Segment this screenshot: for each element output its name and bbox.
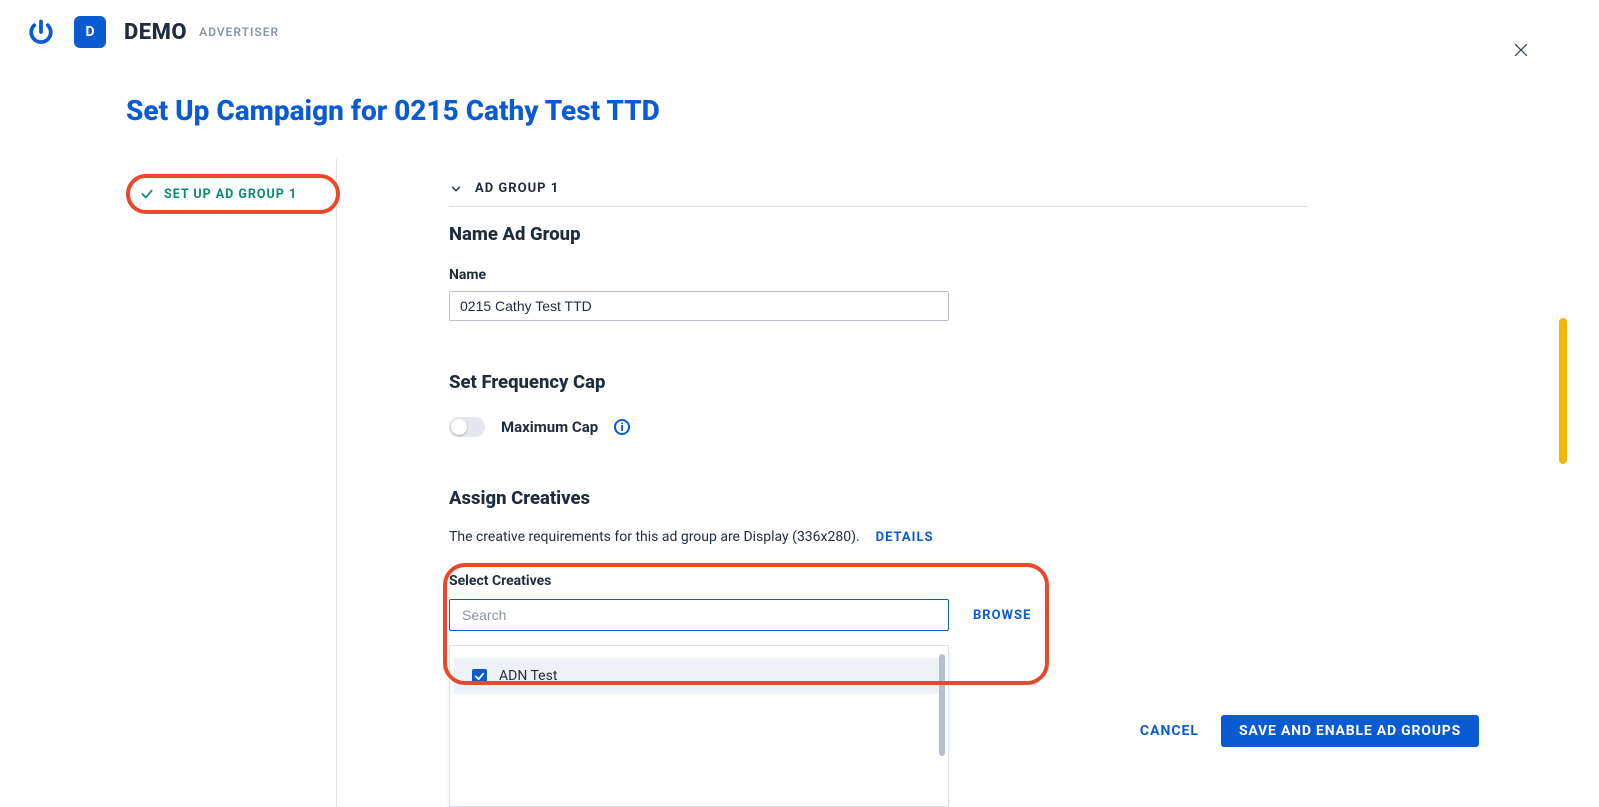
ad-group-name-input[interactable] <box>449 291 949 321</box>
creatives-search-input[interactable] <box>449 599 949 631</box>
cancel-button[interactable]: CANCEL <box>1140 723 1199 739</box>
check-icon <box>140 187 154 201</box>
sidebar-step-label: SET UP AD GROUP 1 <box>164 187 297 202</box>
assign-creatives-heading: Assign Creatives <box>449 487 1308 509</box>
maximum-cap-toggle[interactable] <box>449 417 485 437</box>
info-icon[interactable]: i <box>614 419 630 435</box>
creatives-dropdown-item[interactable]: ADN Test <box>454 658 944 694</box>
section-header-ad-group[interactable]: AD GROUP 1 <box>449 181 1308 207</box>
checkbox-checked-icon[interactable] <box>472 669 487 684</box>
brand-logo-icon <box>26 17 56 47</box>
frequency-cap-heading: Set Frequency Cap <box>449 371 1308 393</box>
name-ad-group-heading: Name Ad Group <box>449 223 1308 245</box>
sidebar-step-set-up-ad-group[interactable]: SET UP AD GROUP 1 <box>126 181 340 207</box>
creatives-helper-text: The creative requirements for this ad gr… <box>449 529 860 545</box>
page-title: Set Up Campaign for 0215 Cathy Test TTD <box>126 94 1599 127</box>
section-header-label: AD GROUP 1 <box>475 181 559 196</box>
advertiser-name: DEMO <box>124 20 187 45</box>
name-label: Name <box>449 267 1308 283</box>
maximum-cap-label: Maximum Cap <box>501 418 598 436</box>
save-enable-button[interactable]: SAVE AND ENABLE AD GROUPS <box>1221 715 1479 747</box>
details-link[interactable]: DETAILS <box>876 530 934 545</box>
close-button[interactable] <box>1511 40 1531 64</box>
browse-link[interactable]: BROWSE <box>973 608 1031 623</box>
chevron-down-icon <box>449 182 463 196</box>
side-indicator <box>1559 318 1567 464</box>
advertiser-badge: D <box>74 16 106 48</box>
creatives-dropdown-item-label: ADN Test <box>499 668 557 684</box>
select-creatives-label: Select Creatives <box>449 573 1308 589</box>
scrollbar[interactable] <box>939 654 945 756</box>
advertiser-role-label: ADVERTISER <box>199 25 279 39</box>
